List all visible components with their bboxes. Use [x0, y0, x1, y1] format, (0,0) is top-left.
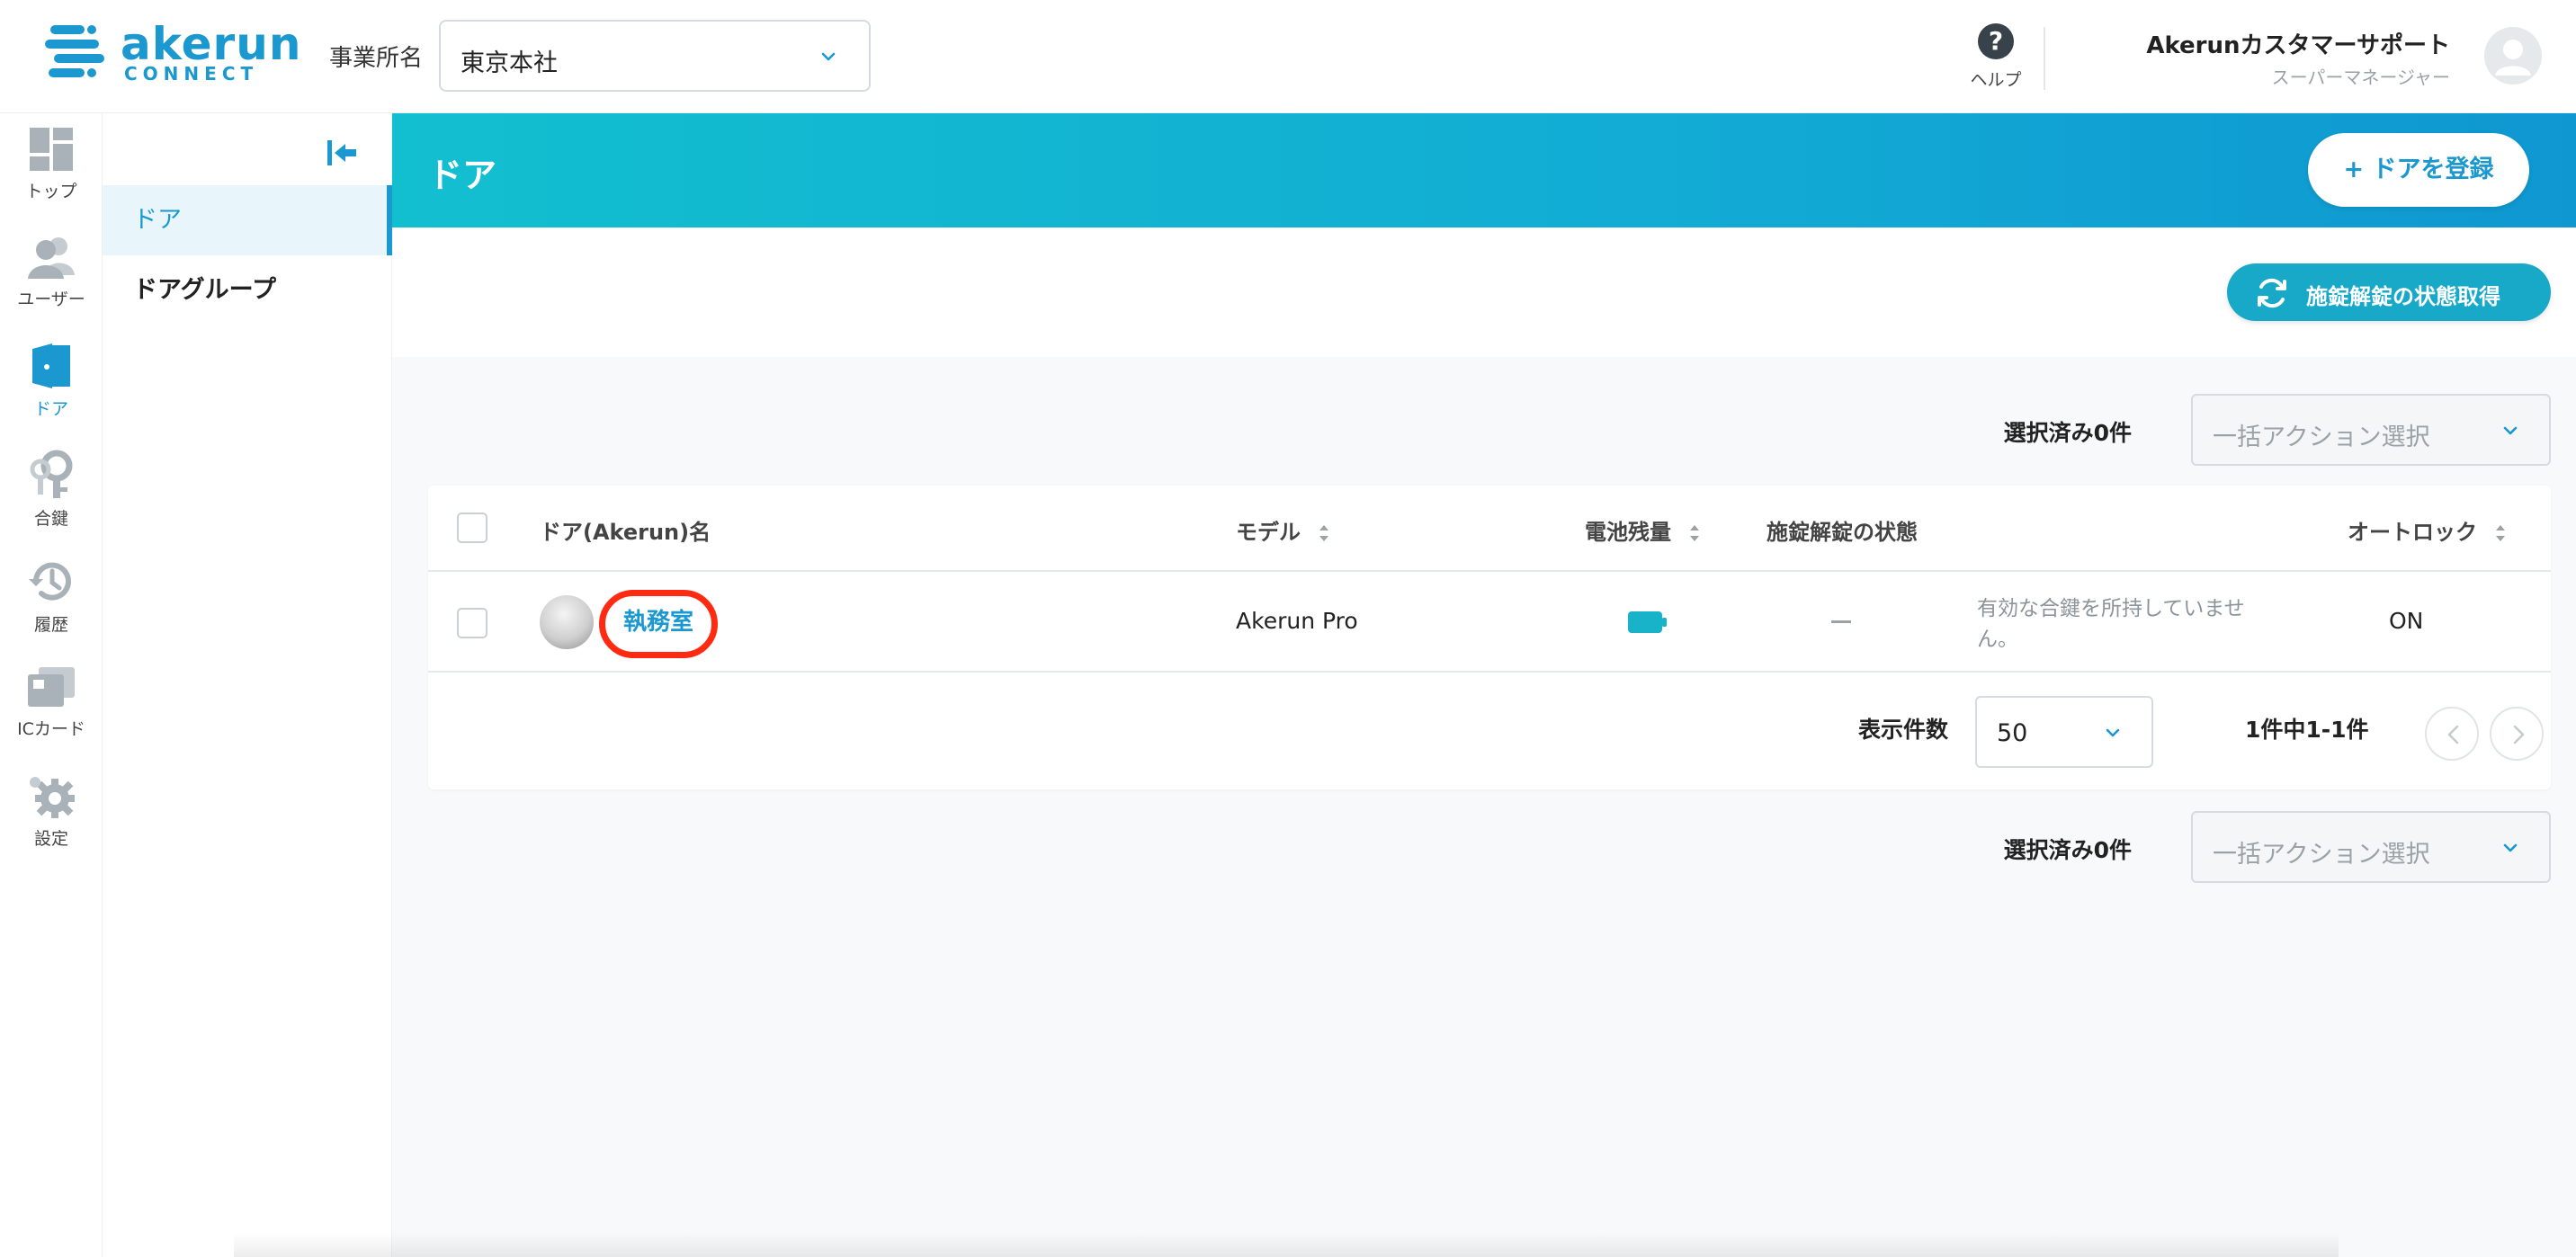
rail-label: ユーザー: [17, 290, 85, 309]
bulk-action-select[interactable]: 一括アクション選択: [2191, 811, 2551, 883]
users-icon: [28, 237, 75, 279]
row-checkbox[interactable]: [457, 608, 487, 638]
column-header-model[interactable]: モデル: [1236, 514, 1331, 546]
help-button[interactable]: ? ヘルプ: [1964, 23, 2027, 95]
fetch-lock-state-label: 施錠解錠の状態取得: [2306, 284, 2500, 309]
gear-icon: [30, 777, 75, 818]
register-door-label: ドアを登録: [2372, 156, 2494, 183]
akerun-logo[interactable]: akerun CONNECT: [45, 18, 300, 85]
column-header-name: ドア(Akerun)名: [540, 520, 711, 545]
dashboard-icon: [30, 128, 73, 171]
sort-icon: [1319, 525, 1329, 541]
column-header-model-label: モデル: [1236, 520, 1301, 545]
rail-label: トップ: [25, 182, 77, 201]
table-row: 執務室 Akerun Pro 有効な合鍵を所持していません。 ON: [428, 572, 2551, 673]
help-label: ヘルプ: [1970, 70, 2022, 90]
collapse-sidebar-icon[interactable]: [324, 137, 360, 169]
history-icon: [29, 562, 71, 601]
user-avatar-icon: [2495, 40, 2531, 76]
door-name-link[interactable]: 執務室: [599, 590, 718, 658]
no-key-note: 有効な合鍵を所持していません。: [1977, 597, 2245, 651]
chevron-left-icon: [2447, 725, 2459, 744]
rail-item-settings[interactable]: 設定: [0, 773, 103, 872]
rail-label: 合鍵: [33, 509, 68, 529]
door-model: Akerun Pro: [1236, 608, 1358, 634]
akerun-logo-mark-icon: [45, 25, 104, 77]
office-select[interactable]: 東京本社: [439, 20, 871, 92]
result-count: 1件中1-1件: [2245, 717, 2369, 743]
page-title: ドア: [428, 156, 497, 195]
door-icon: [32, 343, 70, 388]
chevron-right-icon: [2513, 725, 2525, 744]
rail-label: 履歴: [33, 615, 68, 635]
sort-icon: [2496, 525, 2506, 541]
column-header-autolock[interactable]: オートロック: [2348, 514, 2508, 546]
per-page-value: 50: [1997, 719, 2028, 747]
door-table: ドア(Akerun)名 モデル 電池残量 施錠解錠の状態 オートロック 執務室 …: [428, 486, 2551, 789]
page-banner: ドア + ドアを登録: [392, 113, 2576, 227]
sort-icon: [1690, 525, 1700, 541]
chevron-down-icon: [2106, 728, 2120, 737]
ic-card-icon: [28, 667, 75, 707]
column-header-battery[interactable]: 電池残量: [1585, 514, 1702, 546]
rail-item-ic-card[interactable]: ICカード: [0, 665, 103, 764]
refresh-icon: [2258, 278, 2286, 308]
battery-icon: [1628, 611, 1667, 633]
column-header-autolock-label: オートロック: [2348, 520, 2477, 545]
bulk-action-row-top: 選択済み0件 一括アクション選択: [392, 394, 2576, 466]
key-icon: [30, 450, 73, 498]
rail-item-door[interactable]: ドア: [0, 342, 103, 441]
chevron-down-icon: [821, 52, 836, 61]
selected-count: 選択済み0件: [2003, 837, 2132, 863]
sub-navigation: ドア ドアグループ: [103, 113, 392, 1257]
bulk-action-placeholder: 一括アクション選択: [2213, 423, 2430, 451]
plus-icon: +: [2343, 156, 2365, 183]
subnav-item-door-group[interactable]: ドアグループ: [103, 255, 392, 325]
rail-label: ICカード: [17, 719, 85, 739]
top-header: akerun CONNECT 事業所名 東京本社 ? ヘルプ Akerunカスタ…: [0, 0, 2576, 113]
select-all-checkbox[interactable]: [457, 513, 487, 543]
column-header-battery-label: 電池残量: [1585, 520, 1671, 545]
logo-subtitle: CONNECT: [124, 63, 259, 85]
rail-item-users[interactable]: ユーザー: [0, 234, 103, 333]
rail-item-key[interactable]: 合鍵: [0, 450, 103, 548]
bottom-shadow: [234, 1232, 2339, 1257]
register-door-button[interactable]: + ドアを登録: [2308, 133, 2529, 207]
bulk-action-select[interactable]: 一括アクション選択: [2191, 394, 2551, 466]
column-header-lock-state: 施錠解錠の状態: [1767, 520, 1918, 545]
user-name: Akerunカスタマーサポート: [2146, 32, 2450, 59]
pagination: 表示件数 50 1件中1-1件: [428, 673, 2551, 789]
chevron-down-icon: [2503, 426, 2518, 435]
chevron-down-icon: [2503, 843, 2518, 852]
bulk-action-row-bottom: 選択済み0件 一括アクション選択: [392, 811, 2576, 883]
fetch-lock-state-button[interactable]: 施錠解錠の状態取得: [2227, 263, 2551, 321]
avatar[interactable]: [2484, 27, 2542, 85]
bulk-action-placeholder: 一括アクション選択: [2213, 841, 2430, 869]
user-role: スーパーマネージャー: [2271, 67, 2450, 88]
rail-item-top[interactable]: トップ: [0, 126, 103, 225]
autolock-status: ON: [2389, 608, 2424, 634]
rail-label: 設定: [33, 829, 68, 849]
header-divider: [2044, 27, 2045, 90]
door-name: 執務室: [622, 609, 693, 636]
table-header: ドア(Akerun)名 モデル 電池残量 施錠解錠の状態 オートロック: [428, 486, 2551, 572]
help-icon: ?: [1978, 23, 2014, 59]
akerun-device-image: [540, 595, 594, 649]
subnav-item-door[interactable]: ドア: [103, 185, 392, 255]
office-select-value: 東京本社: [461, 49, 558, 77]
main-content: ドア + ドアを登録 施錠解錠の状態取得 選択済み0件 一括アクション選択 ドア…: [392, 113, 2576, 1257]
rail-item-history[interactable]: 履歴: [0, 557, 103, 656]
rail-label: ドア: [33, 399, 68, 419]
per-page-label: 表示件数: [1858, 717, 1949, 743]
prev-page-button[interactable]: [2425, 707, 2479, 761]
office-label: 事業所名: [329, 45, 424, 72]
lock-state-empty: [1831, 620, 1851, 623]
icon-rail: トップ ユーザー ドア 合鍵 履歴 ICカード 設定: [0, 113, 103, 1257]
per-page-select[interactable]: 50: [1975, 696, 2153, 768]
next-page-button[interactable]: [2490, 707, 2544, 761]
selected-count: 選択済み0件: [2003, 420, 2132, 446]
